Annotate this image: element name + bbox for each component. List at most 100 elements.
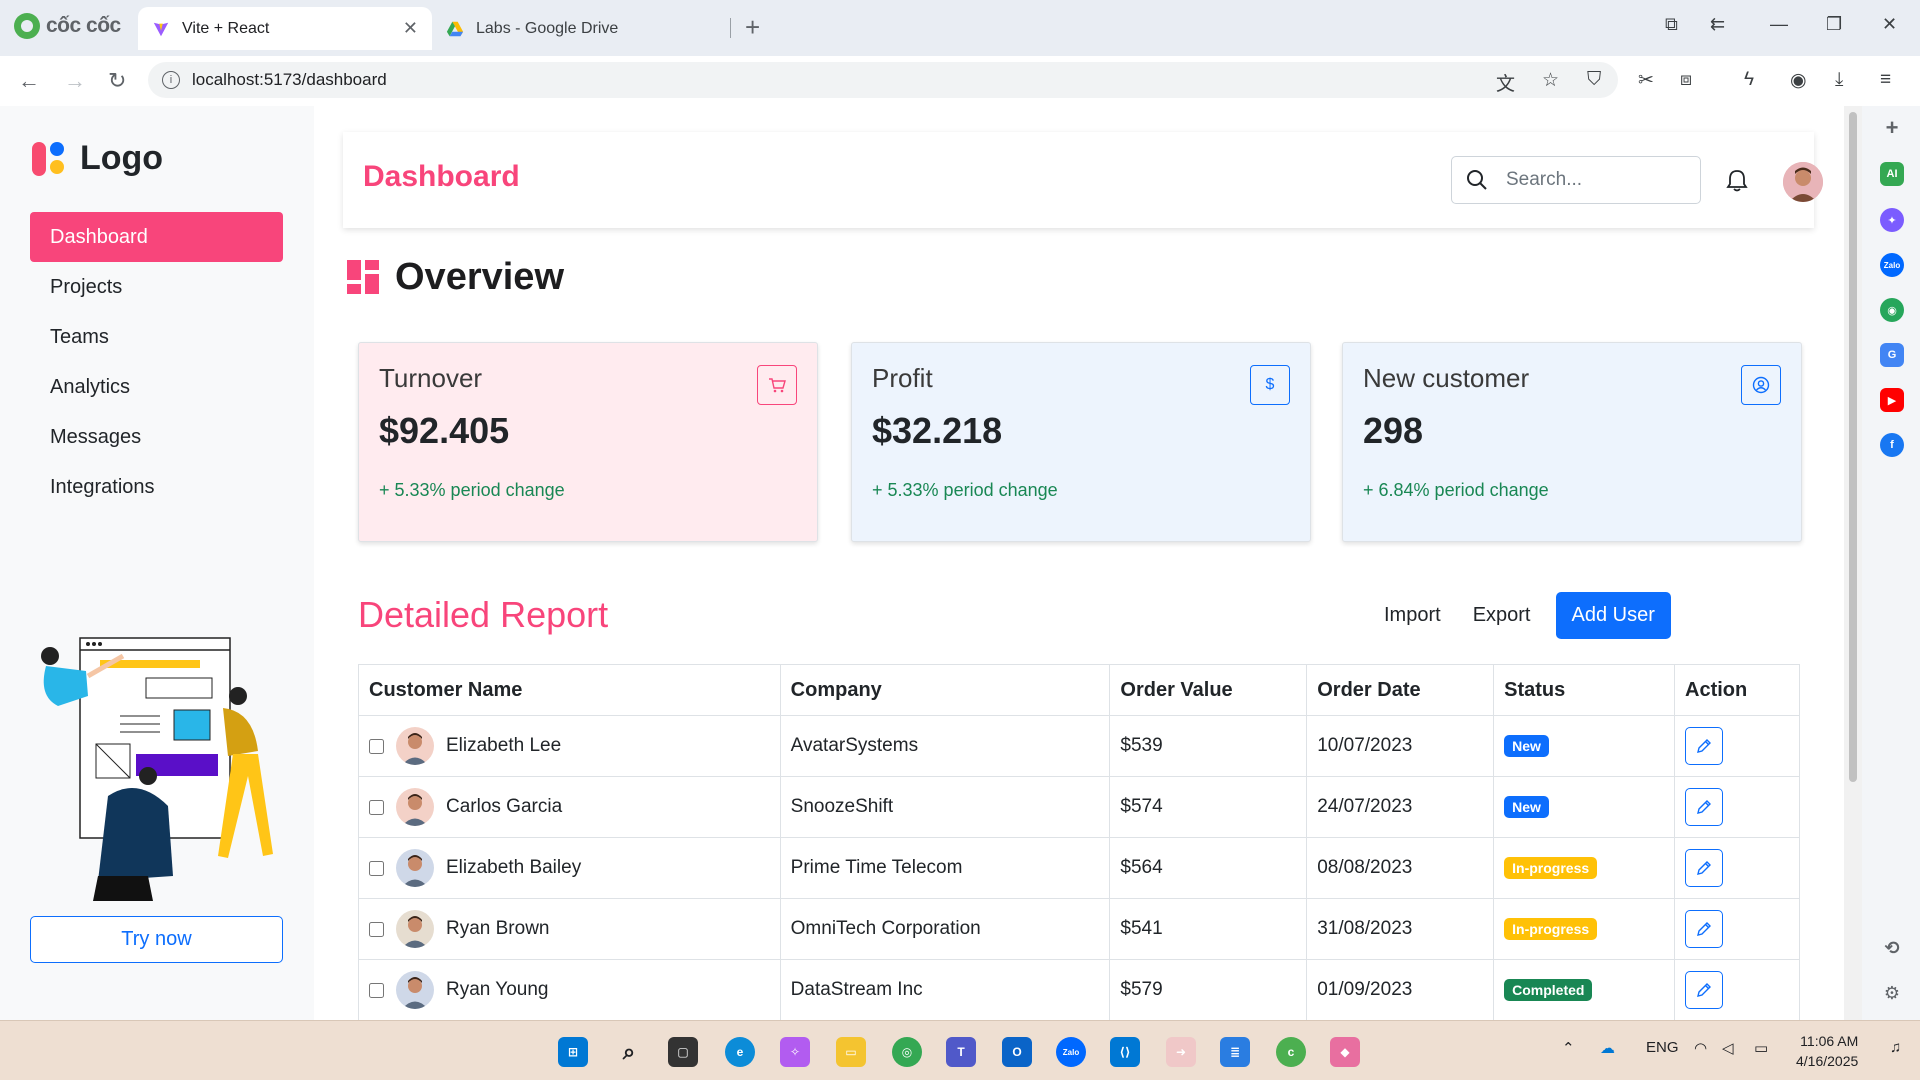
volume-icon[interactable]: ◁ bbox=[1722, 1039, 1734, 1057]
back-icon[interactable]: ← bbox=[18, 68, 40, 94]
sidebar-item-integrations[interactable]: Integrations bbox=[30, 462, 283, 512]
bookmark-star-icon[interactable]: ☆ bbox=[1542, 69, 1559, 92]
app-logo[interactable]: Logo bbox=[30, 138, 163, 178]
reload-icon[interactable]: ↻ bbox=[108, 68, 126, 94]
zalo-app-icon[interactable]: Zalo bbox=[1056, 1037, 1086, 1067]
row-checkbox[interactable] bbox=[369, 921, 384, 937]
table-row[interactable]: Ryan Brown OmniTech Corporation $541 31/… bbox=[358, 898, 1800, 960]
back-history-icon[interactable]: ⇇ bbox=[1710, 14, 1725, 35]
coccoc-taskbar-icon[interactable]: c bbox=[1276, 1037, 1306, 1067]
vscode-icon[interactable]: ⟨⟩ bbox=[1110, 1037, 1140, 1067]
column-header[interactable]: Company bbox=[779, 664, 1111, 716]
copilot-icon[interactable]: ✧ bbox=[780, 1037, 810, 1067]
edit-button[interactable] bbox=[1685, 849, 1724, 887]
search-box[interactable] bbox=[1451, 156, 1701, 204]
menu-icon[interactable]: ≡ bbox=[1880, 69, 1891, 91]
outlook-icon[interactable]: O bbox=[1002, 1037, 1032, 1067]
page-scrollbar[interactable] bbox=[1844, 106, 1862, 1020]
game-icon[interactable]: ◉ bbox=[1880, 298, 1904, 322]
tab-google-drive[interactable]: Labs - Google Drive bbox=[432, 7, 732, 50]
row-checkbox[interactable] bbox=[369, 860, 384, 876]
tab-vite-react[interactable]: Vite + React ✕ bbox=[138, 7, 432, 50]
settings-gear-icon[interactable]: ⚙ bbox=[1880, 981, 1904, 1005]
tools-icon[interactable]: ✂ bbox=[1638, 69, 1654, 92]
notepad-icon[interactable]: ≣ bbox=[1220, 1037, 1250, 1067]
user-circle-icon[interactable] bbox=[1741, 365, 1781, 405]
system-clock[interactable]: 11:06 AM 4/16/2025 bbox=[1796, 1031, 1858, 1071]
facebook-icon[interactable]: f bbox=[1880, 433, 1904, 457]
task-view-icon[interactable]: ▢ bbox=[668, 1037, 698, 1067]
chrome-icon[interactable]: ◎ bbox=[892, 1037, 922, 1067]
history-icon[interactable]: ⟲ bbox=[1880, 936, 1904, 960]
notification-bell-icon[interactable]: ♫ bbox=[1890, 1039, 1901, 1056]
search-icon[interactable]: ⌕ bbox=[614, 1037, 644, 1067]
column-header[interactable]: Action bbox=[1674, 664, 1800, 716]
app-launcher-icon[interactable]: ➜ bbox=[1166, 1037, 1196, 1067]
download-icon[interactable]: ⤓ bbox=[1835, 69, 1843, 91]
sidebar-item-messages[interactable]: Messages bbox=[30, 412, 283, 462]
sidebar-item-dashboard[interactable]: Dashboard bbox=[30, 212, 283, 262]
zalo-icon[interactable]: Zalo bbox=[1880, 253, 1904, 277]
restore-icon[interactable]: ❐ bbox=[1826, 14, 1842, 35]
translate-icon[interactable]: 文 bbox=[1496, 69, 1515, 96]
speed-icon[interactable]: ϟ bbox=[1744, 69, 1754, 91]
sidebar-item-projects[interactable]: Projects bbox=[30, 262, 283, 312]
browser-brand[interactable]: cốc cốc bbox=[14, 13, 121, 39]
search-input[interactable] bbox=[1506, 169, 1676, 191]
youtube-icon[interactable]: ▶ bbox=[1880, 388, 1904, 412]
edit-button[interactable] bbox=[1685, 788, 1724, 826]
add-panel-icon[interactable]: + bbox=[1880, 115, 1904, 140]
table-row[interactable]: Elizabeth Lee AvatarSystems $539 10/07/2… bbox=[358, 715, 1800, 777]
language-indicator[interactable]: ENG bbox=[1646, 1039, 1679, 1056]
bell-icon[interactable] bbox=[1726, 168, 1748, 192]
forward-icon[interactable]: → bbox=[64, 68, 86, 94]
profile-icon[interactable]: ◉ bbox=[1790, 69, 1807, 92]
export-button[interactable]: Export bbox=[1457, 594, 1547, 637]
dollar-icon[interactable]: $ bbox=[1250, 365, 1290, 405]
row-checkbox[interactable] bbox=[369, 982, 384, 998]
table-row[interactable]: Carlos Garcia SnoozeShift $574 24/07/202… bbox=[358, 776, 1800, 838]
tray-chevron-icon[interactable]: ⌃ bbox=[1562, 1039, 1575, 1057]
new-tab-icon[interactable]: + bbox=[745, 12, 760, 43]
search-tabs-icon[interactable]: ⧉ bbox=[1665, 14, 1678, 35]
column-header[interactable]: Order Date bbox=[1306, 664, 1495, 716]
file-explorer-icon[interactable]: ▭ bbox=[836, 1037, 866, 1067]
column-header[interactable]: Order Value bbox=[1109, 664, 1308, 716]
sidebar-item-teams[interactable]: Teams bbox=[30, 312, 283, 362]
battery-icon[interactable]: ▭ bbox=[1754, 1039, 1768, 1057]
teams-icon[interactable]: T bbox=[946, 1037, 976, 1067]
add-user-button[interactable]: Add User bbox=[1555, 592, 1671, 639]
google-translate-icon[interactable]: G bbox=[1880, 343, 1904, 367]
minimize-icon[interactable]: — bbox=[1770, 14, 1788, 35]
site-info-icon[interactable]: i bbox=[162, 71, 180, 89]
ai-assistant-icon[interactable]: AI bbox=[1880, 162, 1904, 186]
onedrive-icon[interactable]: ☁ bbox=[1600, 1039, 1615, 1057]
row-checkbox[interactable] bbox=[369, 799, 384, 815]
edit-button[interactable] bbox=[1685, 971, 1724, 1009]
table-row[interactable]: Ryan Young DataStream Inc $579 01/09/202… bbox=[358, 959, 1800, 1021]
extensions-icon[interactable]: ⧈ bbox=[1680, 69, 1692, 91]
shield-icon[interactable]: ⛉ bbox=[1587, 69, 1601, 91]
sidebar-item-analytics[interactable]: Analytics bbox=[30, 362, 283, 412]
column-header[interactable]: Status bbox=[1493, 664, 1676, 716]
address-bar[interactable]: i localhost:5173/dashboard bbox=[148, 62, 1618, 98]
user-avatar[interactable] bbox=[1783, 162, 1823, 202]
row-checkbox[interactable] bbox=[369, 738, 384, 754]
cart-icon[interactable] bbox=[757, 365, 797, 405]
edit-button[interactable] bbox=[1685, 910, 1724, 948]
tab-close-icon[interactable]: ✕ bbox=[403, 18, 418, 39]
kite-icon[interactable]: ◆ bbox=[1330, 1037, 1360, 1067]
edge-icon[interactable]: e bbox=[725, 1037, 755, 1067]
wifi-icon[interactable]: ◠ bbox=[1694, 1039, 1707, 1057]
messenger-icon[interactable]: ✦ bbox=[1880, 208, 1904, 232]
edit-button[interactable] bbox=[1685, 727, 1724, 765]
pencil-icon bbox=[1697, 922, 1712, 936]
windows-start-icon[interactable]: ⊞ bbox=[558, 1037, 588, 1067]
close-window-icon[interactable]: ✕ bbox=[1882, 14, 1897, 35]
import-button[interactable]: Import bbox=[1368, 594, 1457, 637]
table-row[interactable]: Elizabeth Bailey Prime Time Telecom $564… bbox=[358, 837, 1800, 899]
scrollbar-thumb[interactable] bbox=[1849, 112, 1857, 782]
try-now-button[interactable]: Try now bbox=[30, 916, 283, 963]
column-header[interactable]: Customer Name bbox=[358, 664, 781, 716]
cell-order-date: 08/08/2023 bbox=[1306, 837, 1495, 899]
